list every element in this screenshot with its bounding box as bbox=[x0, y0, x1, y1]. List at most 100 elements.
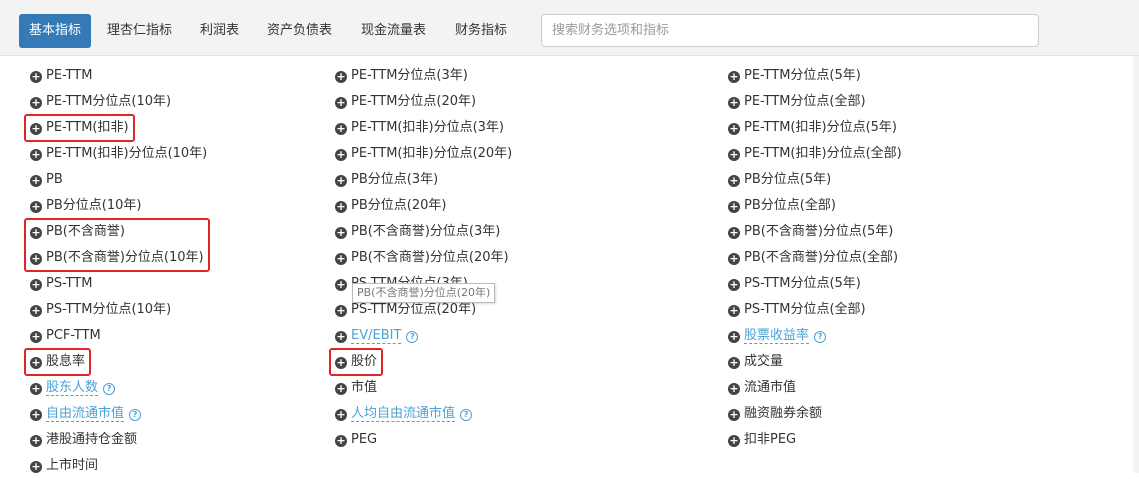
metric-option[interactable]: + 人均自由流通市值? bbox=[335, 401, 512, 427]
plus-circle-icon[interactable]: + bbox=[728, 383, 740, 395]
plus-circle-icon[interactable]: + bbox=[30, 175, 42, 187]
question-circle-icon[interactable]: ? bbox=[129, 409, 142, 421]
plus-circle-icon[interactable]: + bbox=[728, 357, 740, 369]
plus-circle-icon[interactable]: + bbox=[30, 97, 42, 109]
metric-option[interactable]: + PE-TTM(扣非)分位点(5年) bbox=[728, 115, 902, 141]
question-circle-icon[interactable]: ? bbox=[406, 331, 419, 343]
plus-circle-icon[interactable]: + bbox=[335, 279, 347, 291]
metric-option[interactable]: + EV/EBIT? bbox=[335, 323, 512, 349]
plus-circle-icon[interactable]: + bbox=[30, 461, 42, 473]
plus-circle-icon[interactable]: + bbox=[728, 435, 740, 447]
metric-option-label: PCF-TTM bbox=[46, 328, 101, 343]
metric-option-label[interactable]: EV/EBIT bbox=[351, 328, 402, 344]
metric-option[interactable]: + PB bbox=[30, 167, 207, 193]
plus-circle-icon[interactable]: + bbox=[728, 201, 740, 213]
plus-circle-icon[interactable]: + bbox=[335, 409, 347, 421]
metric-option[interactable]: + 股东人数? bbox=[30, 375, 207, 401]
plus-circle-icon[interactable]: + bbox=[30, 201, 42, 213]
tab-balance-sheet[interactable]: 资产负债表 bbox=[267, 15, 332, 47]
metric-option[interactable]: + PEG bbox=[335, 427, 512, 453]
plus-circle-icon[interactable]: + bbox=[30, 435, 42, 447]
metric-option[interactable]: + PS-TTM分位点(10年) bbox=[30, 297, 207, 323]
metric-option[interactable]: + 自由流通市值? bbox=[30, 401, 207, 427]
plus-circle-icon[interactable]: + bbox=[728, 409, 740, 421]
metric-option[interactable]: + PB(不含商誉)分位点(20年) bbox=[335, 245, 512, 271]
tab-cash-flow[interactable]: 现金流量表 bbox=[361, 15, 426, 47]
metric-option[interactable]: + PB分位点(20年) bbox=[335, 193, 512, 219]
tooltip: PB(不含商誉)分位点(20年) bbox=[352, 283, 496, 303]
metric-option-label[interactable]: 股票收益率 bbox=[744, 328, 810, 344]
metric-option-label[interactable]: 人均自由流通市值 bbox=[351, 406, 456, 422]
metric-option[interactable]: + PB分位点(3年) bbox=[335, 167, 512, 193]
plus-circle-icon[interactable]: + bbox=[335, 435, 347, 447]
question-circle-icon[interactable]: ? bbox=[460, 409, 473, 421]
plus-circle-icon[interactable]: + bbox=[335, 383, 347, 395]
metric-option[interactable]: + 港股通持仓金额 bbox=[30, 427, 207, 453]
metric-option[interactable]: + 市值 bbox=[335, 375, 512, 401]
metric-option[interactable]: + PB分位点(10年) bbox=[30, 193, 207, 219]
tab-income-statement[interactable]: 利润表 bbox=[200, 15, 239, 47]
metric-option[interactable]: + PB分位点(全部) bbox=[728, 193, 902, 219]
metric-option[interactable]: + PB(不含商誉)分位点(5年) bbox=[728, 219, 902, 245]
tab-basic-metrics[interactable]: 基本指标 bbox=[19, 14, 92, 48]
search-input[interactable] bbox=[541, 14, 1039, 47]
plus-circle-icon[interactable]: + bbox=[30, 149, 42, 161]
metric-option[interactable]: + PS-TTM bbox=[30, 271, 207, 297]
plus-circle-icon[interactable]: + bbox=[335, 253, 347, 265]
plus-circle-icon[interactable]: + bbox=[728, 305, 740, 317]
metric-option[interactable]: + PE-TTM(扣非)分位点(全部) bbox=[728, 141, 902, 167]
metric-option[interactable]: + PE-TTM(扣非)分位点(3年) bbox=[335, 115, 512, 141]
metric-option[interactable]: + 股票收益率? bbox=[728, 323, 902, 349]
scrollbar-track[interactable] bbox=[1133, 56, 1139, 473]
metric-option[interactable]: + 上市时间 bbox=[30, 453, 207, 479]
plus-circle-icon[interactable]: + bbox=[30, 279, 42, 291]
metric-option[interactable]: + PB分位点(5年) bbox=[728, 167, 902, 193]
plus-circle-icon[interactable]: + bbox=[728, 331, 740, 343]
metric-option[interactable]: + PB(不含商誉)分位点(全部) bbox=[728, 245, 902, 271]
plus-circle-icon[interactable]: + bbox=[728, 279, 740, 291]
metric-option[interactable]: + PE-TTM分位点(20年) bbox=[335, 89, 512, 115]
metric-option[interactable]: + PE-TTM分位点(3年) bbox=[335, 63, 512, 89]
plus-circle-icon[interactable]: + bbox=[30, 305, 42, 317]
metric-option[interactable]: + PS-TTM分位点(5年) bbox=[728, 271, 902, 297]
metric-option[interactable]: + PS-TTM分位点(全部) bbox=[728, 297, 902, 323]
plus-circle-icon[interactable]: + bbox=[335, 123, 347, 135]
plus-circle-icon[interactable]: + bbox=[728, 71, 740, 83]
plus-circle-icon[interactable]: + bbox=[335, 71, 347, 83]
plus-circle-icon[interactable]: + bbox=[728, 123, 740, 135]
metric-option[interactable]: + PE-TTM分位点(10年) bbox=[30, 89, 207, 115]
plus-circle-icon[interactable]: + bbox=[728, 227, 740, 239]
plus-circle-icon[interactable]: + bbox=[728, 97, 740, 109]
plus-circle-icon[interactable]: + bbox=[30, 71, 42, 83]
metric-option[interactable]: + 成交量 bbox=[728, 349, 902, 375]
metric-option[interactable]: + PE-TTM(扣非)分位点(10年) bbox=[30, 141, 207, 167]
metric-option[interactable]: + PE-TTM分位点(5年) bbox=[728, 63, 902, 89]
tab-financial-metrics[interactable]: 财务指标 bbox=[455, 15, 507, 47]
plus-circle-icon[interactable]: + bbox=[335, 97, 347, 109]
plus-circle-icon[interactable]: + bbox=[30, 383, 42, 395]
plus-circle-icon[interactable]: + bbox=[728, 253, 740, 265]
metric-option[interactable]: + PB(不含商誉)分位点(3年) bbox=[335, 219, 512, 245]
question-circle-icon[interactable]: ? bbox=[814, 331, 827, 343]
metric-option[interactable]: + 流通市值 bbox=[728, 375, 902, 401]
metric-option[interactable]: + 融资融券余额 bbox=[728, 401, 902, 427]
metric-option-label[interactable]: 自由流通市值 bbox=[46, 406, 125, 422]
metric-option[interactable]: + PCF-TTM bbox=[30, 323, 207, 349]
plus-circle-icon[interactable]: + bbox=[335, 331, 347, 343]
plus-circle-icon[interactable]: + bbox=[30, 331, 42, 343]
plus-circle-icon[interactable]: + bbox=[335, 305, 347, 317]
plus-circle-icon[interactable]: + bbox=[335, 149, 347, 161]
metric-option[interactable]: + PE-TTM分位点(全部) bbox=[728, 89, 902, 115]
metric-option[interactable]: + 扣非PEG bbox=[728, 427, 902, 453]
plus-circle-icon[interactable]: + bbox=[335, 201, 347, 213]
question-circle-icon[interactable]: ? bbox=[103, 383, 116, 395]
tab-lixinger-metrics[interactable]: 理杏仁指标 bbox=[107, 15, 172, 47]
metric-option[interactable]: + PE-TTM bbox=[30, 63, 207, 89]
plus-circle-icon[interactable]: + bbox=[335, 227, 347, 239]
plus-circle-icon[interactable]: + bbox=[30, 409, 42, 421]
plus-circle-icon[interactable]: + bbox=[335, 175, 347, 187]
plus-circle-icon[interactable]: + bbox=[728, 149, 740, 161]
metric-option-label[interactable]: 股东人数 bbox=[46, 380, 99, 396]
metric-option[interactable]: + PE-TTM(扣非)分位点(20年) bbox=[335, 141, 512, 167]
plus-circle-icon[interactable]: + bbox=[728, 175, 740, 187]
